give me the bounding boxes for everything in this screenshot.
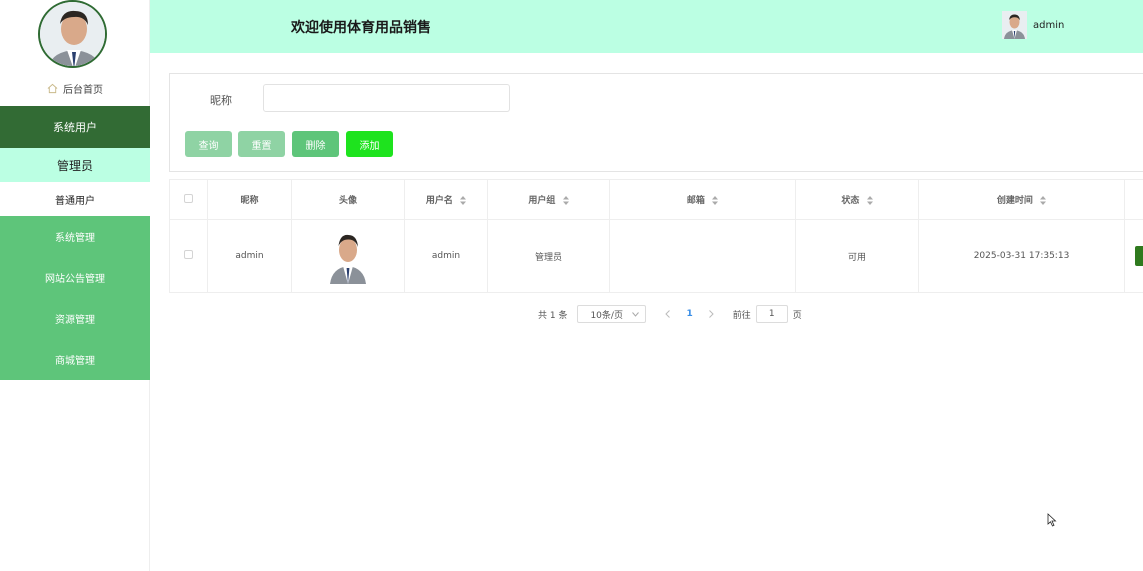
menu-resource-management[interactable]: 资源管理: [0, 298, 150, 339]
search-panel: 昵称 查询 重置 删除 添加: [169, 73, 1143, 172]
sort-icon[interactable]: [712, 196, 719, 205]
cell-email: [609, 219, 796, 293]
query-button[interactable]: 查询: [185, 131, 232, 157]
col-created[interactable]: 创建时间: [918, 179, 1125, 220]
col-actions: [1124, 179, 1143, 220]
chevron-right-icon: [709, 310, 714, 318]
cell-username: admin: [404, 219, 488, 293]
row-checkbox[interactable]: [184, 250, 193, 259]
home-icon: [47, 83, 58, 93]
cell-nickname: admin: [207, 219, 292, 293]
page-size-value: 10条/页: [590, 310, 623, 321]
top-header: 欢迎使用体育用品销售 admin: [150, 0, 1143, 53]
home-link[interactable]: 后台首页: [0, 80, 150, 96]
menu-announcement-management[interactable]: 网站公告管理: [0, 257, 150, 298]
menu-system-users[interactable]: 系统用户: [0, 106, 150, 148]
sort-icon[interactable]: [460, 196, 467, 205]
col-status[interactable]: 状态: [795, 179, 919, 220]
menu-normal-users[interactable]: 普通用户: [0, 182, 150, 216]
header-user[interactable]: admin: [1002, 11, 1064, 39]
menu-system-management[interactable]: 系统管理: [0, 216, 150, 257]
goto-suffix: 页: [792, 310, 802, 321]
menu-mall-management[interactable]: 商城管理: [0, 339, 150, 380]
sidebar-avatar[interactable]: [38, 0, 107, 68]
sidebar: 后台首页 系统用户 管理员 普通用户 系统管理 网站公告管理 资源管理 商城管理: [0, 0, 150, 571]
col-avatar: 头像: [291, 179, 405, 220]
header-title: 欢迎使用体育用品销售: [291, 20, 431, 36]
chevron-down-icon: [632, 311, 640, 317]
next-page-button[interactable]: [705, 307, 719, 321]
select-all-checkbox[interactable]: [184, 193, 193, 203]
select-all-cell[interactable]: [169, 179, 208, 220]
cell-created: 2025-03-31 17:35:13: [918, 219, 1125, 293]
mouse-cursor-icon: [1047, 513, 1057, 527]
col-username[interactable]: 用户名: [404, 179, 488, 220]
page-size-select[interactable]: 10条/页: [577, 305, 647, 323]
col-nickname: 昵称: [207, 179, 292, 220]
sort-icon[interactable]: [1040, 196, 1047, 205]
col-group[interactable]: 用户组: [487, 179, 610, 220]
row-action-button[interactable]: [1135, 246, 1143, 266]
row-select-cell[interactable]: [169, 219, 208, 293]
cell-actions: [1124, 219, 1143, 293]
header-avatar[interactable]: [1002, 11, 1027, 39]
app-root: 后台首页 系统用户 管理员 普通用户 系统管理 网站公告管理 资源管理 商城管理…: [0, 0, 1143, 571]
pagination: 共 1 条 10条/页 1 前往 1 页: [538, 305, 802, 323]
table-row: admin admin 管理员 可用 2025-03-31 17:35:13: [169, 219, 1143, 293]
reset-button[interactable]: 重置: [238, 131, 285, 157]
row-avatar: [328, 228, 368, 284]
sort-icon[interactable]: [562, 196, 569, 205]
sidebar-menu: 系统用户 管理员 普通用户 系统管理 网站公告管理 资源管理 商城管理: [0, 106, 150, 380]
table-header-row: 昵称 头像 用户名 用户组 邮箱 状态 创建时间: [169, 179, 1143, 220]
goto-page-input[interactable]: 1: [755, 305, 788, 323]
cell-group: 管理员: [487, 219, 610, 293]
data-table-wrap: 昵称 头像 用户名 用户组 邮箱 状态 创建时间 admin admin 管理员…: [169, 179, 1143, 293]
prev-page-button[interactable]: [660, 307, 674, 321]
pagination-total: 共 1 条: [538, 310, 568, 321]
nickname-label: 昵称: [210, 94, 232, 107]
delete-button[interactable]: 删除: [292, 131, 339, 157]
col-email[interactable]: 邮箱: [609, 179, 796, 220]
add-button[interactable]: 添加: [346, 131, 393, 157]
goto-prefix: 前往: [732, 310, 751, 321]
header-username: admin: [1033, 19, 1065, 31]
chevron-left-icon: [665, 310, 670, 318]
data-table: 昵称 头像 用户名 用户组 邮箱 状态 创建时间 admin admin 管理员…: [169, 179, 1143, 293]
cell-status: 可用: [795, 219, 919, 293]
cell-avatar: [291, 219, 405, 293]
home-link-label: 后台首页: [63, 84, 103, 96]
sort-icon[interactable]: [866, 196, 873, 205]
nickname-input[interactable]: [263, 84, 510, 112]
menu-admin[interactable]: 管理员: [0, 148, 150, 182]
page-number-current[interactable]: 1: [686, 309, 692, 319]
